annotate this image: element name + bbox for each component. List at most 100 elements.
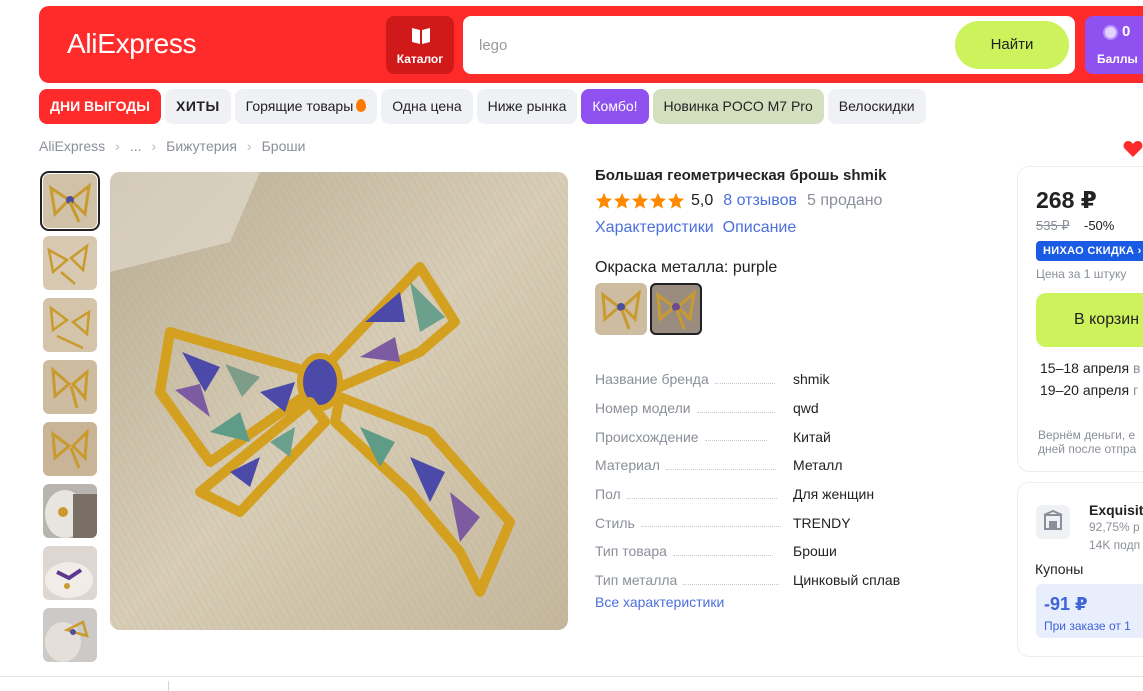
promo-chip-hits[interactable]: ХИТЫ (165, 89, 231, 124)
rating-value: 5,0 (691, 192, 714, 209)
product-main-image[interactable] (110, 172, 568, 630)
breadcrumb-item-jewelry[interactable]: Бижутерия (166, 138, 237, 154)
star-icon (595, 192, 613, 209)
store-card: Exquisit 92,75% р 14K подп Купоны -91 ₽ … (1017, 482, 1143, 657)
refund-note: Вернём деньги, е дней после отпра (1038, 428, 1136, 456)
spec-row: Тип металла Цинковый сплав (595, 566, 935, 595)
bonus-button[interactable]: 0 Баллы (1085, 16, 1143, 74)
breadcrumb-item-brooches[interactable]: Броши (262, 138, 306, 154)
delivery-option-1[interactable]: 15–18 апреля в (1040, 360, 1140, 376)
spec-dots (640, 526, 781, 528)
variant-option-purple[interactable] (650, 283, 702, 335)
breadcrumb: AliExpress › ... › Бижутерия › Броши (39, 138, 305, 154)
thumbnail-list (40, 171, 100, 670)
spec-row: Стиль TRENDY (595, 508, 935, 537)
thumbnail-7[interactable] (43, 546, 97, 600)
spec-row: Тип товара Броши (595, 537, 935, 566)
search-input[interactable] (479, 34, 949, 56)
thumbnail-1[interactable] (40, 171, 100, 231)
thumbnail-3[interactable] (43, 298, 97, 352)
delivery-option-2[interactable]: 19–20 апреля г (1040, 382, 1138, 398)
search-button[interactable]: Найти (955, 21, 1069, 69)
spec-dots (704, 440, 767, 442)
coupons-label: Купоны (1035, 561, 1084, 577)
coupon-card[interactable]: -91 ₽ При заказе от 1 (1036, 584, 1143, 638)
promo-chip-hot[interactable]: Горящие товары (234, 89, 378, 124)
sold-count: 5 продано (807, 192, 883, 209)
catalog-button[interactable]: Каталог (386, 16, 454, 74)
tab-characteristics[interactable]: Характеристики (595, 219, 714, 237)
thumbnail-2[interactable] (43, 236, 97, 290)
bonus-count: 0 (1122, 23, 1131, 40)
product-title: Большая геометрическая брошь shmik (595, 167, 887, 184)
breadcrumb-item-aliexpress[interactable]: AliExpress (39, 138, 105, 154)
store-icon[interactable] (1036, 505, 1070, 539)
all-specs-link[interactable]: Все характеристики (595, 594, 724, 610)
store-name[interactable]: Exquisit (1089, 502, 1143, 518)
chevron-right-icon: › (246, 138, 252, 154)
spec-dots (626, 497, 777, 499)
coupon-condition: При заказе от 1 (1044, 619, 1131, 633)
price: 268 ₽ (1036, 187, 1097, 213)
spec-dots (672, 554, 773, 556)
header-bar: AliExpress Каталог Найти 0 Баллы (39, 6, 1143, 83)
spec-key: Название бренда (595, 371, 709, 388)
spec-dots (714, 382, 775, 384)
thumbnail-8[interactable] (43, 608, 97, 662)
thumbnail-4[interactable] (43, 360, 97, 414)
old-price: 535 ₽ (1036, 218, 1070, 233)
spec-value: TRENDY (793, 514, 851, 531)
star-icon (667, 192, 685, 209)
spec-value: Металл (793, 457, 843, 474)
book-icon (412, 28, 430, 44)
rating-stars (595, 192, 685, 210)
spec-value: Цинковый сплав (793, 572, 901, 589)
delivery-date: 15–18 апреля (1040, 360, 1130, 376)
tab-description[interactable]: Описание (723, 219, 797, 237)
product-tabs: Характеристики Описание (595, 219, 796, 237)
spec-key: Номер модели (595, 400, 691, 417)
refund-line-1: Вернём деньги, е (1038, 428, 1136, 442)
spec-value: Броши (793, 543, 837, 560)
promo-chip-one-price[interactable]: Одна цена (381, 89, 473, 124)
spec-key: Тип металла (595, 572, 678, 589)
thumbnail-5[interactable] (43, 422, 97, 476)
spec-key: Стиль (595, 514, 635, 531)
divider (0, 676, 1143, 677)
nihao-discount-badge[interactable]: НИХАО СКИДКА › (1036, 241, 1143, 261)
promo-row: ДНИ ВЫГОДЫ ХИТЫ Горящие товары Одна цена… (39, 89, 926, 124)
search-box: Найти (463, 16, 1075, 74)
spec-value: shmik (793, 371, 830, 388)
spec-key: Материал (595, 457, 660, 474)
heart-icon[interactable] (1123, 140, 1143, 158)
promo-chip-bike-sale[interactable]: Велоскидки (827, 89, 926, 124)
promo-chip-below-market[interactable]: Ниже рынка (476, 89, 578, 124)
reviews-link[interactable]: 8 отзывов (723, 192, 797, 210)
spec-row: Название бренда shmik (595, 365, 935, 394)
discount-percent: -50% (1084, 218, 1115, 233)
buy-box: 268 ₽ 535 ₽ -50% НИХАО СКИДКА › Цена за … (1017, 166, 1143, 472)
spec-key: Пол (595, 486, 621, 503)
variant-option-1[interactable] (595, 283, 647, 335)
promo-chip-profit-days[interactable]: ДНИ ВЫГОДЫ (39, 89, 161, 124)
aliexpress-logo[interactable]: AliExpress (67, 28, 197, 60)
refund-line-2: дней после отпра (1038, 442, 1137, 456)
delivery-suffix: г (1132, 382, 1139, 398)
thumbnail-6[interactable] (43, 484, 97, 538)
delivery-date: 19–20 апреля (1040, 382, 1130, 398)
variant-label: Окраска металла: purple (595, 259, 778, 276)
fire-icon (356, 99, 367, 112)
chevron-right-icon: › (151, 138, 157, 154)
spec-key: Происхождение (595, 428, 699, 445)
bonus-label: Баллы (1097, 52, 1138, 66)
spec-dots (665, 468, 776, 470)
add-to-cart-button[interactable]: В корзин (1036, 293, 1143, 347)
breadcrumb-item-ellipsis[interactable]: ... (130, 138, 142, 154)
rating-row: 5,0 8 отзывов 5 продано (595, 192, 882, 210)
promo-chip-poco[interactable]: Новинка POCO M7 Pro (652, 89, 824, 124)
spec-dots (696, 411, 775, 413)
store-followers: 14K подп (1089, 538, 1141, 552)
spec-value: Для женщин (793, 486, 875, 503)
spec-key: Тип товара (595, 543, 667, 560)
promo-chip-combo[interactable]: Комбо! (581, 89, 649, 124)
